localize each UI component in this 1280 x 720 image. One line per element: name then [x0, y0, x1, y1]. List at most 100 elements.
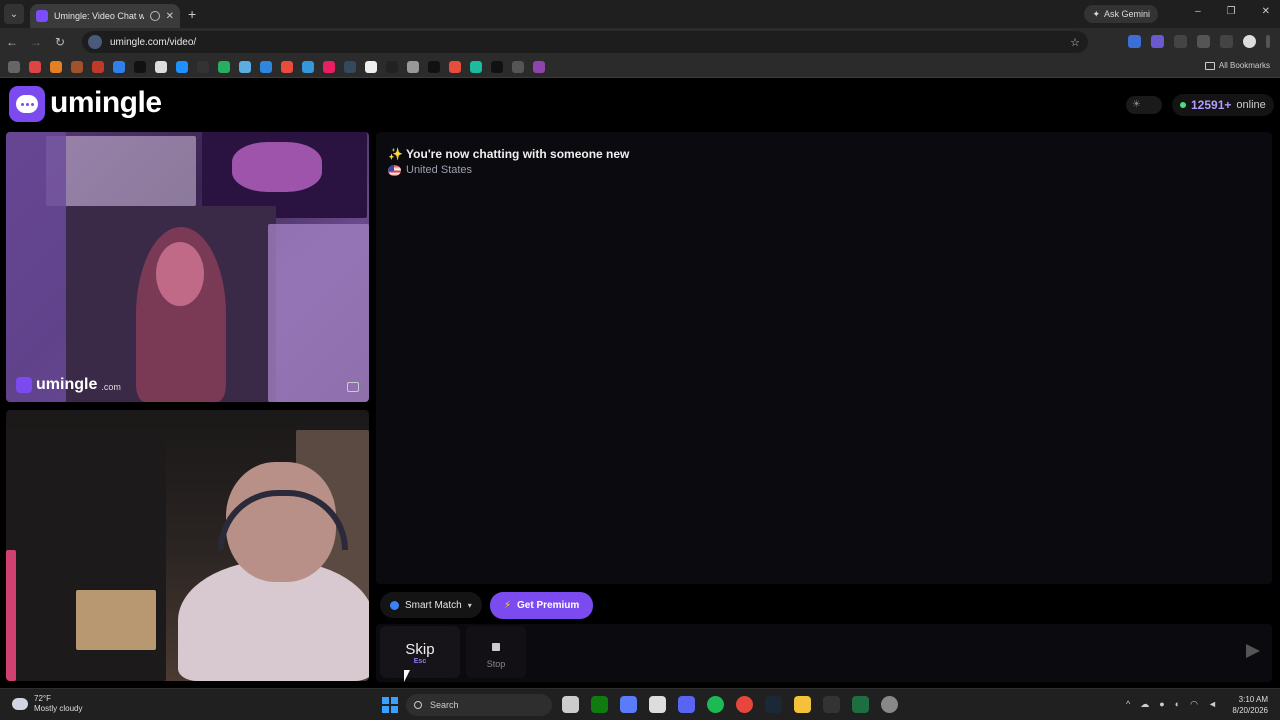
- bookmark-icon[interactable]: [218, 60, 230, 73]
- bookmark-icon[interactable]: [365, 60, 377, 73]
- task-view-icon[interactable]: [562, 696, 579, 713]
- apps-grid-icon[interactable]: [8, 60, 20, 73]
- logo-text[interactable]: umingle: [50, 86, 162, 120]
- terminal-icon[interactable]: [823, 696, 840, 713]
- volume-icon[interactable]: ◄: [1208, 699, 1217, 710]
- discord-icon[interactable]: [678, 696, 695, 713]
- mouse-cursor-icon: [404, 670, 410, 682]
- browser-tab-umingle[interactable]: Umingle: Video Chat with St... ✕: [30, 4, 180, 28]
- taskbar-search-label: Search: [430, 700, 459, 710]
- minimize-icon[interactable]: –: [1195, 6, 1201, 17]
- bookmark-icon[interactable]: [512, 60, 524, 73]
- taskbar-search[interactable]: Search: [406, 694, 552, 716]
- download-icon[interactable]: [1220, 35, 1233, 48]
- bookmark-icon[interactable]: [407, 60, 419, 73]
- tab-search-button[interactable]: ⌄: [4, 4, 24, 24]
- back-arrow-icon[interactable]: ←: [0, 35, 24, 49]
- url-text: umingle.com/video/: [110, 36, 197, 48]
- message-input[interactable]: [532, 626, 1232, 678]
- file-explorer-icon[interactable]: [794, 696, 811, 713]
- tab-close-icon[interactable]: ✕: [166, 11, 174, 22]
- spotify-icon[interactable]: [707, 696, 724, 713]
- umingle-watermark: umingle .com: [16, 376, 121, 394]
- bookmark-star-icon[interactable]: ☆: [1070, 36, 1080, 49]
- bookmark-icon[interactable]: [176, 60, 188, 73]
- extension-icon[interactable]: [1128, 35, 1141, 48]
- address-bar[interactable]: umingle.com/video/ ☆: [82, 31, 1088, 53]
- theme-toggle[interactable]: ☀: [1126, 96, 1162, 114]
- tab-title: Umingle: Video Chat with St...: [54, 11, 144, 21]
- bookmark-icon[interactable]: [155, 60, 167, 73]
- headset-icon[interactable]: ◐: [1175, 699, 1180, 710]
- bookmark-icon[interactable]: [92, 60, 104, 73]
- bookmark-icon[interactable]: [344, 60, 356, 73]
- tab-recording-icon[interactable]: [149, 11, 160, 21]
- bookmark-icon[interactable]: [50, 60, 62, 73]
- new-tab-button[interactable]: +: [188, 6, 196, 22]
- extensions-row: [1128, 35, 1270, 48]
- bookmark-icon[interactable]: [239, 60, 251, 73]
- taskbar-clock[interactable]: 3:10 AM 8/20/2026: [1232, 694, 1268, 716]
- search-icon: [414, 701, 422, 709]
- gmail-icon[interactable]: [29, 60, 41, 73]
- steam-icon[interactable]: [765, 696, 782, 713]
- store-icon[interactable]: [649, 696, 666, 713]
- lightning-icon: ⚡: [504, 600, 512, 611]
- stop-button[interactable]: Stop: [466, 626, 526, 678]
- bookmark-icon[interactable]: [428, 60, 440, 73]
- extension-icon[interactable]: [1151, 35, 1164, 48]
- restore-icon[interactable]: ❐: [1227, 6, 1236, 17]
- onedrive-icon[interactable]: ☁: [1140, 699, 1149, 710]
- smart-match-dropdown[interactable]: Smart Match ▾: [380, 592, 482, 618]
- bookmark-icon[interactable]: [71, 60, 83, 73]
- umingle-logo-icon[interactable]: [9, 86, 45, 122]
- reload-icon[interactable]: ↻: [48, 35, 72, 49]
- report-flag-icon[interactable]: [347, 382, 359, 392]
- skip-button[interactable]: Skip Esc: [380, 626, 460, 678]
- site-info-icon[interactable]: [88, 35, 102, 49]
- tiktok-icon[interactable]: [491, 60, 503, 73]
- bookmark-icon[interactable]: [281, 60, 293, 73]
- chevron-up-icon[interactable]: ^: [1126, 699, 1130, 710]
- microphone-icon[interactable]: ●: [1159, 699, 1164, 710]
- weather-widget[interactable]: 72°F Mostly cloudy: [12, 694, 82, 714]
- get-premium-button[interactable]: ⚡ Get Premium: [490, 592, 594, 619]
- send-icon[interactable]: [1246, 644, 1260, 658]
- chrome-icon[interactable]: [736, 696, 753, 713]
- settings-gear-icon[interactable]: [881, 696, 898, 713]
- bookmark-icon[interactable]: [302, 60, 314, 73]
- kebab-menu-icon[interactable]: [1266, 35, 1270, 48]
- bookmark-icon[interactable]: [113, 60, 125, 73]
- bookmark-icon[interactable]: [260, 60, 272, 73]
- windows-start-icon[interactable]: [382, 697, 398, 713]
- puzzle-icon[interactable]: [1197, 35, 1210, 48]
- system-message: ✨ You're now chatting with someone new: [388, 147, 630, 161]
- wifi-icon[interactable]: ◠: [1190, 699, 1198, 710]
- excel-icon[interactable]: [852, 696, 869, 713]
- profile-avatar-icon[interactable]: [1243, 35, 1256, 48]
- copilot-icon[interactable]: [620, 696, 637, 713]
- watermark-text: umingle: [36, 376, 98, 393]
- bookmark-icon[interactable]: [197, 60, 209, 73]
- bookmark-icon[interactable]: [449, 60, 461, 73]
- all-bookmarks-button[interactable]: All Bookmarks: [1204, 61, 1270, 70]
- globe-icon: [390, 600, 399, 610]
- bookmark-icon[interactable]: [323, 60, 335, 73]
- bookmark-icon[interactable]: [386, 60, 398, 73]
- xbox-icon[interactable]: [591, 696, 608, 713]
- close-window-icon[interactable]: ✕: [1262, 6, 1270, 17]
- clock-date: 8/20/2026: [1232, 706, 1268, 715]
- watermark-domain: .com: [101, 382, 121, 392]
- weather-desc: Mostly cloudy: [34, 704, 83, 713]
- chat-bubble-icon: [16, 95, 38, 113]
- skip-shortcut: Esc: [413, 658, 427, 665]
- online-status-dot-icon: [1180, 102, 1186, 108]
- bookmark-icon[interactable]: [134, 60, 146, 73]
- bookmark-icon[interactable]: [533, 60, 545, 73]
- bookmark-icon[interactable]: [470, 60, 482, 73]
- extension-icon[interactable]: [1174, 35, 1187, 48]
- ask-gemini-button[interactable]: ✦ Ask Gemini: [1084, 5, 1158, 23]
- location-text: United States: [406, 164, 473, 176]
- forward-arrow-icon[interactable]: →: [24, 35, 48, 49]
- self-video: [6, 410, 369, 681]
